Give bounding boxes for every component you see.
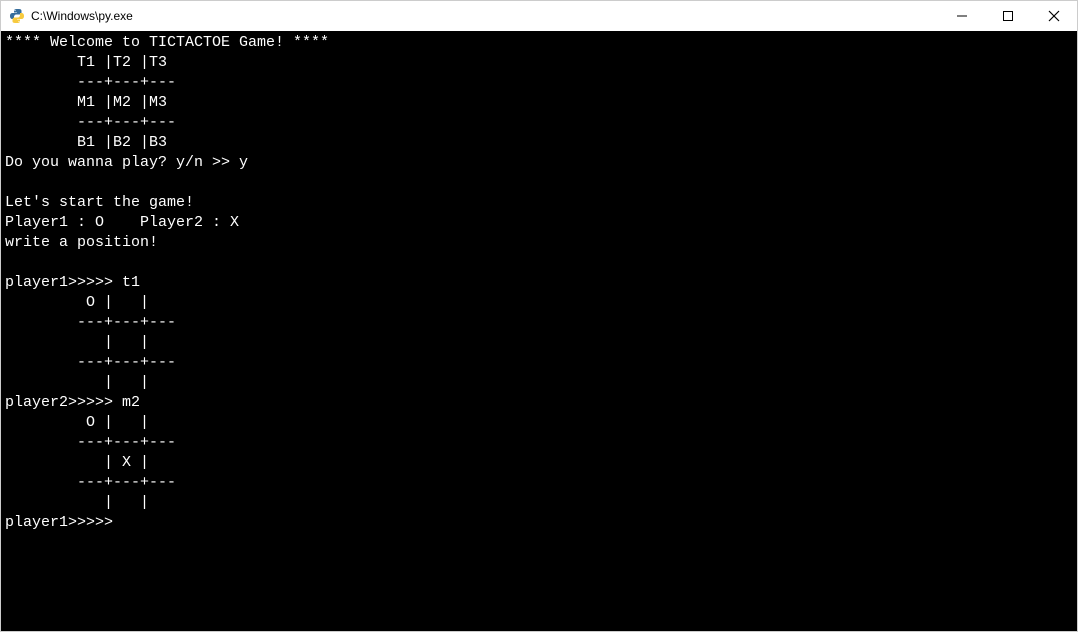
maximize-button[interactable] — [985, 1, 1031, 31]
console-line: Do you wanna play? y/n >> y — [5, 154, 248, 171]
console-line: Player1 : O Player2 : X — [5, 214, 239, 231]
console-line: ---+---+--- — [5, 354, 176, 371]
console-line: Let's start the game! — [5, 194, 194, 211]
console-area[interactable]: **** Welcome to TICTACTOE Game! **** T1 … — [1, 31, 1077, 631]
console-line: player2>>>>> m2 — [5, 394, 140, 411]
console-line: M1 |M2 |M3 — [5, 94, 167, 111]
console-line: write a position! — [5, 234, 158, 251]
close-button[interactable] — [1031, 1, 1077, 31]
console-line: B1 |B2 |B3 — [5, 134, 167, 151]
python-icon — [9, 8, 25, 24]
titlebar[interactable]: C:\Windows\py.exe — [1, 1, 1077, 31]
window-controls — [939, 1, 1077, 31]
console-line: | | — [5, 374, 149, 391]
console-line: O | | — [5, 294, 149, 311]
console-line: ---+---+--- — [5, 314, 176, 331]
console-line: ---+---+--- — [5, 114, 176, 131]
console-line: ---+---+--- — [5, 74, 176, 91]
console-line: ---+---+--- — [5, 474, 176, 491]
console-line: ---+---+--- — [5, 434, 176, 451]
window-title: C:\Windows\py.exe — [31, 9, 133, 23]
console-line: T1 |T2 |T3 — [5, 54, 167, 71]
console-line: player1>>>>> — [5, 514, 113, 531]
console-line: O | | — [5, 414, 149, 431]
console-line: | | — [5, 494, 149, 511]
console-line: | | — [5, 334, 149, 351]
console-line: | X | — [5, 454, 149, 471]
console-line: player1>>>>> t1 — [5, 274, 140, 291]
minimize-button[interactable] — [939, 1, 985, 31]
window: C:\Windows\py.exe **** Welcome to TICTA — [0, 0, 1078, 632]
console-line: **** Welcome to TICTACTOE Game! **** — [5, 34, 329, 51]
